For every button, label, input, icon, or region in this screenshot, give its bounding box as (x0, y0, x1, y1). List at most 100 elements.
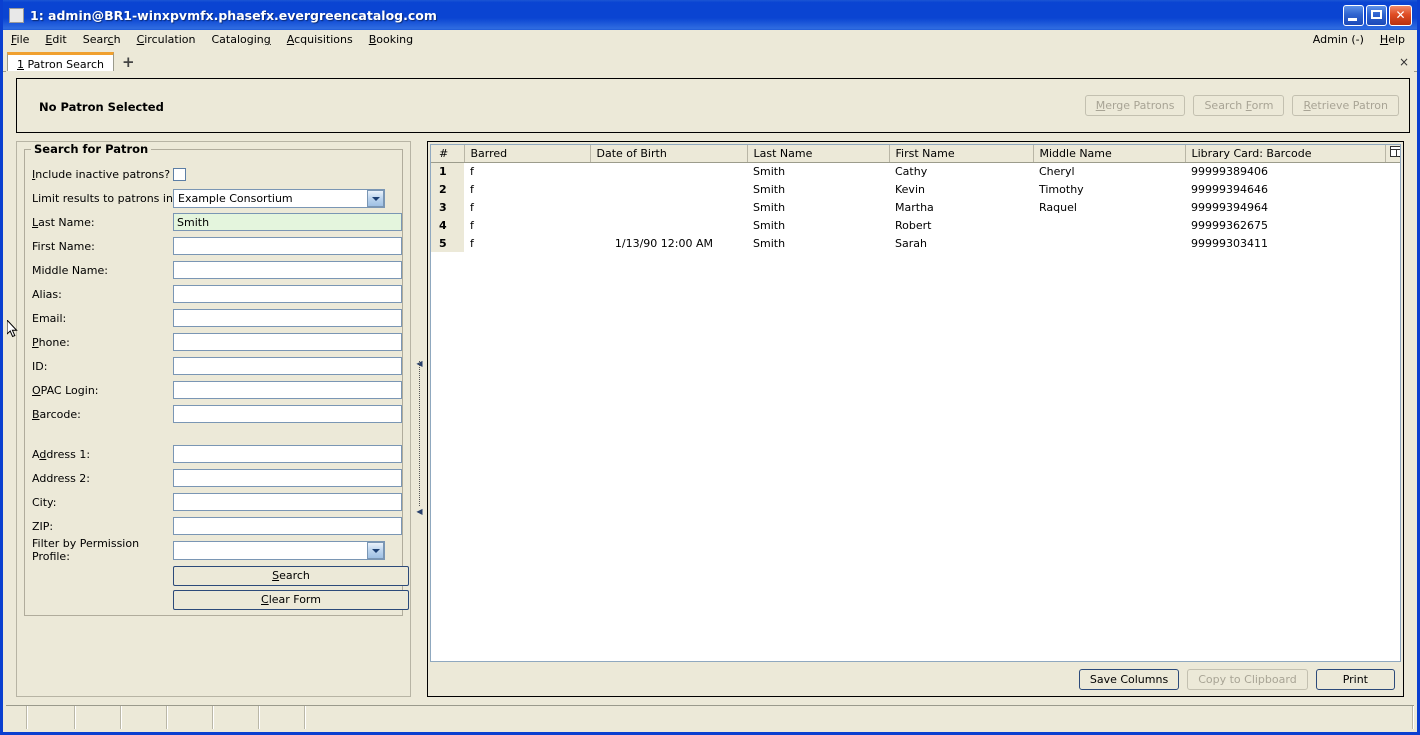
collapse-right-icon[interactable]: ◀ (415, 507, 424, 516)
row-alias: Alias: (25, 282, 402, 306)
opac-login-input[interactable] (173, 381, 402, 399)
patron-results-grid[interactable]: # Barred Date of Birth Last Name First N… (430, 144, 1401, 662)
column-header-library-card[interactable]: Library Card: Barcode (1185, 145, 1386, 163)
cell-middle-name (1033, 234, 1185, 252)
search-button[interactable]: Search (173, 566, 409, 586)
copy-to-clipboard-button[interactable]: Copy to Clipboard (1187, 668, 1308, 690)
results-panel: # Barred Date of Birth Last Name First N… (427, 141, 1404, 697)
search-form-button[interactable]: Search Form (1193, 95, 1285, 116)
cell-last-name: Smith (753, 236, 786, 250)
print-button[interactable]: Print (1315, 668, 1395, 690)
search-form-rows: Include inactive patrons? Limit results … (25, 162, 409, 610)
menu-cataloging[interactable]: Cataloging (203, 31, 278, 48)
table-row[interactable]: 4 f Smith Robert 99999362675 (431, 216, 1400, 234)
cell-barcode: 99999394646 (1191, 182, 1268, 196)
cell-index: 2 (431, 180, 464, 198)
retrieve-patron-button[interactable]: Retrieve Patron (1292, 95, 1399, 116)
minimize-button[interactable] (1343, 4, 1364, 26)
menu-bar: File Edit Search Circulation Cataloging … (3, 30, 1417, 50)
menu-file[interactable]: File (3, 31, 37, 48)
row-opac-login: OPAC Login: (25, 378, 402, 402)
menu-circulation[interactable]: Circulation (129, 31, 204, 48)
table-row[interactable]: 3 f Smith Martha Raquel 99999394964 (431, 198, 1400, 216)
cell-barred: f (470, 182, 474, 196)
row-address-1: Address 1: (25, 442, 402, 466)
row-city: City: (25, 490, 402, 514)
alias-input[interactable] (173, 285, 402, 303)
cell-end (1385, 234, 1400, 252)
first-name-input[interactable] (173, 237, 402, 255)
new-tab-button[interactable]: + (114, 54, 143, 71)
column-header-index[interactable]: # (431, 145, 465, 163)
status-cell-5 (168, 706, 214, 729)
cell-middle-name (1033, 216, 1185, 234)
row-phone: Phone: (25, 330, 402, 354)
close-tab-icon[interactable]: × (1399, 55, 1409, 69)
zip-input[interactable] (173, 517, 402, 535)
status-cell-1 (6, 706, 28, 729)
menu-edit[interactable]: Edit (37, 31, 74, 48)
column-header-barred[interactable]: Barred (464, 145, 591, 163)
id-input[interactable] (173, 357, 402, 375)
results-table-header: # Barred Date of Birth Last Name First N… (431, 145, 1400, 163)
status-cell-3 (76, 706, 122, 729)
patron-header-buttons: Merge Patrons Search Form Retrieve Patro… (1084, 95, 1399, 116)
cell-first-name: Sarah (895, 236, 927, 250)
city-input[interactable] (173, 493, 402, 511)
zip-label: ZIP: (32, 519, 54, 533)
first-name-label: First Name: (32, 239, 95, 253)
middle-name-label: Middle Name: (32, 263, 108, 277)
table-row[interactable]: 1 f Smith Cathy Cheryl 99999389406 (431, 162, 1400, 180)
status-cell-4 (122, 706, 168, 729)
row-zip: ZIP: (25, 514, 402, 538)
merge-patrons-button[interactable]: Merge Patrons (1084, 95, 1186, 116)
menu-acquisitions[interactable]: Acquisitions (279, 31, 361, 48)
include-inactive-checkbox[interactable] (173, 167, 186, 181)
table-row[interactable]: 2 f Smith Kevin Timothy 99999394646 (431, 180, 1400, 198)
close-button[interactable]: ✕ (1389, 4, 1412, 26)
cell-barcode: 99999394964 (1191, 200, 1268, 214)
email-input[interactable] (173, 309, 402, 327)
maximize-button[interactable] (1366, 4, 1387, 26)
clear-form-button[interactable]: Clear Form (173, 590, 409, 610)
menu-help[interactable]: Help (1372, 31, 1413, 48)
last-name-input[interactable] (173, 213, 402, 231)
cell-middle-name: Raquel (1039, 200, 1077, 214)
table-row[interactable]: 5 f 1/13/90 12:00 AM Smith Sarah 9999930… (431, 234, 1400, 252)
limit-results-select[interactable]: Example Consortium (173, 188, 385, 208)
pane-splitter[interactable]: ◀ ◀ (413, 141, 427, 697)
cell-barred: f (470, 236, 474, 250)
cell-dob (590, 180, 747, 198)
tab-number: 1 (17, 58, 24, 71)
cell-dob (590, 198, 747, 216)
phone-label: Phone: (32, 335, 70, 349)
header-row: # Barred Date of Birth Last Name First N… (431, 145, 1400, 163)
include-inactive-label: Include inactive patrons? (32, 167, 171, 181)
cell-index: 3 (431, 198, 464, 216)
row-first-name: First Name: (25, 234, 402, 258)
cell-barcode: 99999362675 (1191, 218, 1268, 232)
column-picker-button[interactable] (1385, 145, 1400, 163)
middle-name-input[interactable] (173, 261, 402, 279)
menu-admin[interactable]: Admin (-) (1305, 31, 1372, 48)
column-header-dob[interactable]: Date of Birth (590, 145, 748, 163)
menu-booking[interactable]: Booking (361, 31, 421, 48)
app-icon (9, 7, 24, 23)
cell-dob (590, 216, 747, 234)
cell-index: 4 (431, 216, 464, 234)
barcode-input[interactable] (173, 405, 402, 423)
permission-profile-select[interactable] (173, 540, 385, 560)
menu-search[interactable]: Search (75, 31, 129, 48)
address-1-input[interactable] (173, 445, 402, 463)
column-header-last-name[interactable]: Last Name (747, 145, 890, 163)
cell-middle-name: Timothy (1039, 182, 1084, 196)
address-2-input[interactable] (173, 469, 402, 487)
title-bar: 1: admin@BR1-winxpvmfx.phasefx.evergreen… (3, 0, 1417, 30)
save-columns-button[interactable]: Save Columns (1078, 668, 1180, 690)
tab-patron-search[interactable]: 1 Patron Search (7, 52, 114, 72)
column-header-middle-name[interactable]: Middle Name (1033, 145, 1186, 163)
column-header-first-name[interactable]: First Name (889, 145, 1034, 163)
form-spacer (25, 426, 402, 442)
email-label: Email: (32, 311, 67, 325)
phone-input[interactable] (173, 333, 402, 351)
